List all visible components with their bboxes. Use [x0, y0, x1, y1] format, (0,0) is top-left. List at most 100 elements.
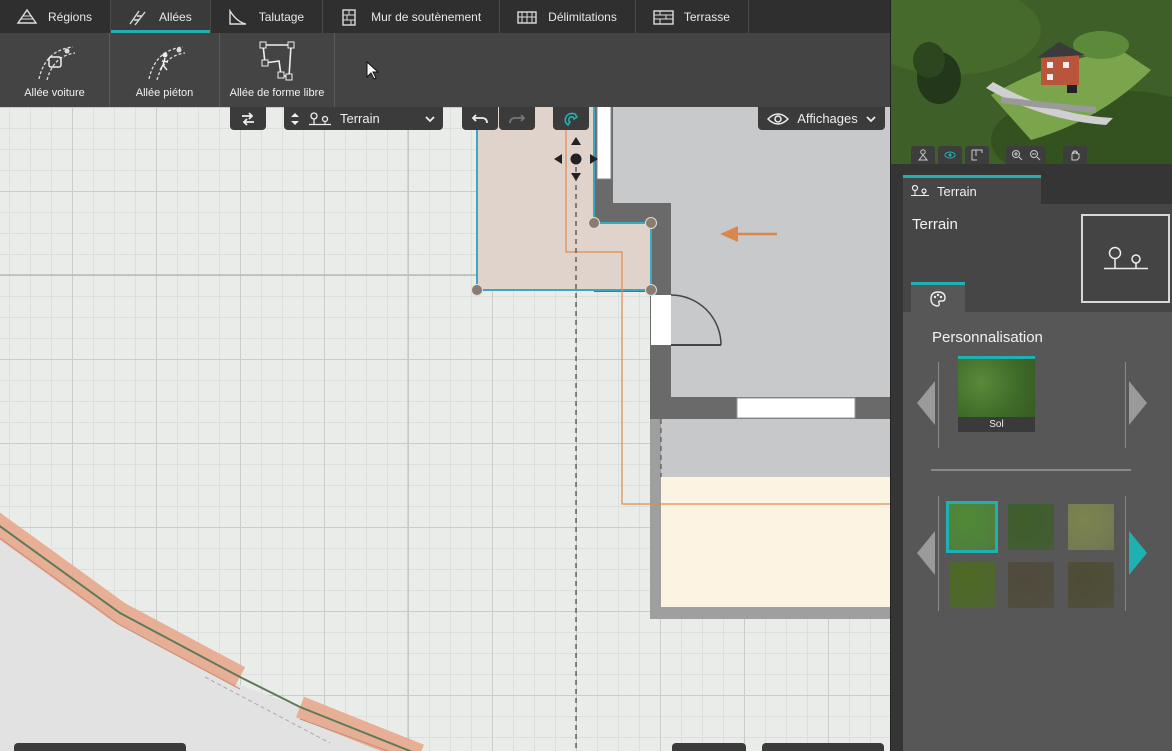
material-label: Sol: [989, 419, 1004, 430]
divider-line: [1125, 496, 1126, 611]
orbit-icon: [944, 151, 956, 159]
orbit-view-button[interactable]: [938, 146, 962, 164]
person-view-button[interactable]: [911, 146, 935, 164]
freeform-path-button[interactable]: Allée de forme libre: [220, 33, 335, 107]
redo-button[interactable]: [499, 107, 535, 130]
terrace-icon: [653, 9, 674, 25]
top-menu: Régions Allées Talutage Mur de soutèneme…: [0, 0, 890, 33]
allees-icon: [129, 10, 146, 25]
3d-scene-image: [891, 0, 1172, 164]
tab-label: Mur de soutènement: [371, 9, 482, 24]
navigation-button[interactable]: [762, 743, 884, 751]
window: [596, 107, 612, 180]
freeform-path-icon: [259, 41, 295, 81]
pedestrian-path-icon: [147, 46, 185, 81]
material-next-icon[interactable]: [1129, 381, 1147, 425]
door-opening: [651, 295, 671, 345]
material-swatch-grass-1[interactable]: [946, 501, 998, 553]
views-label: Affichages: [797, 111, 858, 126]
tab-delimitations[interactable]: Délimitations: [500, 0, 636, 33]
floor-plan: [0, 107, 890, 751]
undo-button[interactable]: [462, 107, 498, 130]
swap-button[interactable]: [230, 107, 266, 130]
tab-regions[interactable]: Régions: [0, 0, 112, 33]
mouse-cursor-icon: [366, 61, 380, 80]
object-thumbnail: [1081, 214, 1170, 303]
bottom-left-button[interactable]: [14, 743, 186, 751]
zoom-in-icon: [1012, 150, 1023, 161]
material-prev-icon[interactable]: [917, 381, 935, 425]
undo-icon: [472, 113, 488, 123]
chevron-down-icon: [866, 115, 876, 122]
divider-line: [1125, 362, 1126, 448]
tab-label: Terrain: [937, 183, 977, 199]
3d-preview[interactable]: [891, 0, 1172, 164]
divider-line: [938, 496, 939, 611]
properties-panel: Terrain Personnalisation Sol: [903, 204, 1172, 751]
tab-label: Délimitations: [548, 9, 617, 24]
zoom-out-icon: [1030, 150, 1041, 161]
right-panel: Terrain Terrain Personnalisation Sol: [890, 0, 1172, 751]
section-divider: [931, 469, 1131, 471]
pedestrian-path-button[interactable]: Allée piéton: [110, 33, 220, 107]
redo-icon: [509, 113, 525, 123]
material-swatch-grass-4[interactable]: [949, 562, 995, 608]
magnet-button[interactable]: [553, 107, 589, 130]
selected-material[interactable]: Sol: [958, 356, 1035, 432]
vertex-handle: [588, 217, 600, 229]
terrace-floor: [661, 477, 890, 607]
hand-icon: [1071, 150, 1080, 161]
window-lower: [736, 397, 856, 419]
tab-label: Régions: [48, 9, 93, 24]
terrain-icon: [1103, 246, 1148, 269]
material-swatch-soil-2[interactable]: [1068, 562, 1114, 608]
bottom-zoom-controls[interactable]: [672, 743, 746, 751]
preview-toolbar: [911, 146, 1087, 164]
plan-view-button[interactable]: [965, 146, 989, 164]
eye-icon: [767, 112, 790, 125]
material-swatch-soil-1[interactable]: [1008, 562, 1054, 608]
sub-toolbar: Allée voiture Allée piéton Allée de form…: [0, 33, 890, 107]
tool-label: Allée voiture: [24, 87, 85, 99]
tab-customization[interactable]: [911, 282, 965, 312]
plan-canvas[interactable]: [0, 107, 890, 751]
magnet-icon: [564, 112, 579, 126]
terrace-upper: [661, 419, 890, 477]
tab-talutage[interactable]: Talutage: [211, 0, 324, 33]
terrain-icon: [911, 185, 929, 196]
pan-button[interactable]: [1063, 146, 1087, 164]
zoom-buttons[interactable]: [1006, 146, 1046, 164]
vertex-handle: [645, 284, 657, 296]
layer-select-label: Terrain: [340, 111, 380, 126]
material-swatch-grass-2[interactable]: [1008, 504, 1054, 550]
customization-title: Personnalisation: [932, 329, 1043, 346]
tab-terrain-properties[interactable]: Terrain: [903, 175, 1041, 204]
talutage-icon: [229, 8, 246, 25]
tab-mur-soutenement[interactable]: Mur de soutènement: [323, 0, 501, 33]
tab-terrasse[interactable]: Terrasse: [636, 0, 749, 33]
tool-label: Allée piéton: [135, 87, 194, 99]
tool-label: Allée de forme libre: [229, 87, 325, 99]
divider-line: [938, 362, 939, 448]
car-path-button[interactable]: Allée voiture: [0, 33, 110, 107]
palette-icon: [930, 290, 946, 307]
regions-icon: [16, 8, 38, 24]
vertex-handle: [471, 284, 483, 296]
fence-icon: [517, 10, 537, 24]
material-swatch: [958, 359, 1035, 417]
swatch-prev-icon[interactable]: [917, 531, 935, 575]
material-swatch-grass-3[interactable]: [1068, 504, 1114, 550]
wall-icon: [342, 8, 356, 26]
layer-select[interactable]: Terrain: [284, 107, 443, 130]
updown-icon: [291, 112, 299, 125]
customization-panel: Personnalisation Sol: [903, 312, 1172, 751]
tab-allees[interactable]: Allées: [111, 0, 211, 33]
chevron-down-icon: [425, 115, 435, 122]
views-button[interactable]: Affichages: [758, 107, 885, 130]
tab-label: Talutage: [258, 9, 305, 24]
swatch-next-icon[interactable]: [1129, 531, 1147, 575]
tab-label: Allées: [159, 9, 192, 24]
vertex-handle: [645, 217, 657, 229]
swap-icon: [242, 111, 254, 126]
floorplan-icon: [971, 149, 983, 161]
